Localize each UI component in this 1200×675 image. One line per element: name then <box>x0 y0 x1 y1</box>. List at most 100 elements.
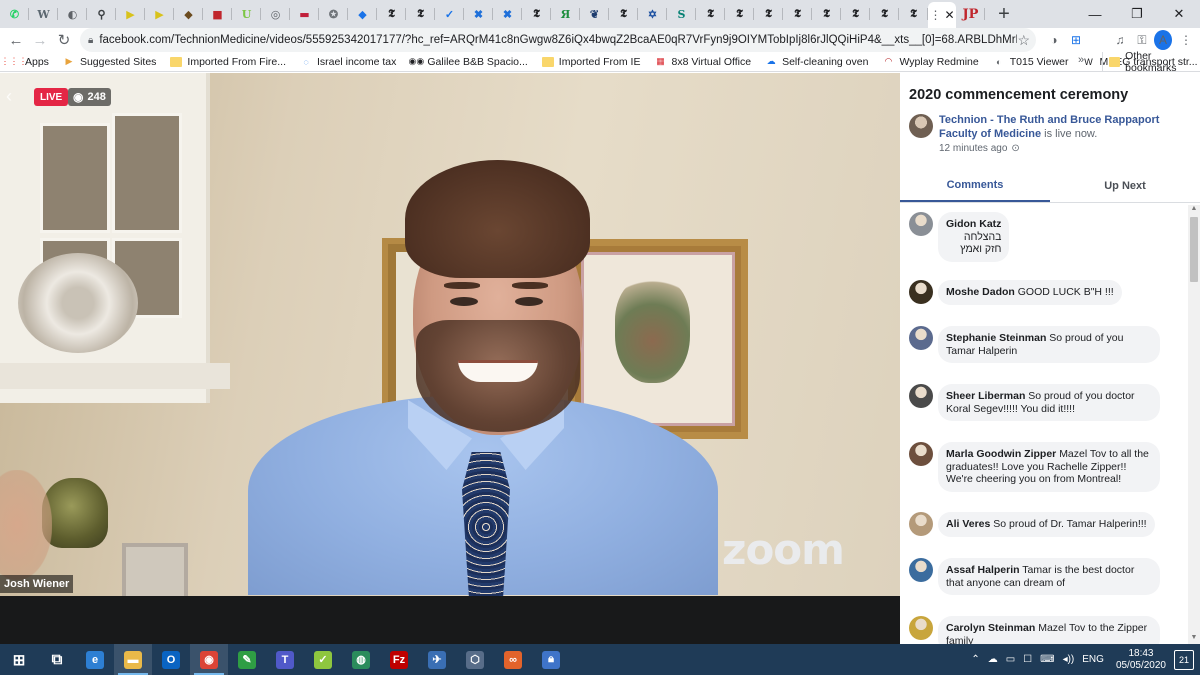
browser-tab[interactable]: ◎ <box>261 0 290 28</box>
post-time[interactable]: 12 minutes ago <box>939 143 1007 154</box>
battery-icon[interactable]: ▭ <box>1006 654 1015 665</box>
browser-tab[interactable]: ◐ <box>58 0 87 28</box>
close-tab-icon[interactable]: ✕ <box>944 8 954 22</box>
browser-tab[interactable]: 𝕿 <box>841 0 870 28</box>
browser-tab[interactable]: ✓ <box>435 0 464 28</box>
browser-tab[interactable]: 𝕿 <box>754 0 783 28</box>
commenter-avatar[interactable] <box>909 326 933 350</box>
browser-tab[interactable]: 𝕿 <box>377 0 406 28</box>
browser-tab[interactable]: ✖ <box>493 0 522 28</box>
bookmark-item[interactable]: Imported From Fire... <box>170 56 286 68</box>
bookmark-item[interactable]: ▦ 8x8 Virtual Office <box>654 56 751 68</box>
taskbar-app[interactable]: ⬡ <box>456 644 494 675</box>
browser-tab[interactable]: ▶ <box>116 0 145 28</box>
taskbar-app[interactable]: ✓ <box>304 644 342 675</box>
browser-tab[interactable]: 𝕿 <box>783 0 812 28</box>
bookmark-item[interactable]: ◐ T015 Viewer <box>993 56 1068 68</box>
commenter-avatar[interactable] <box>909 212 933 236</box>
forward-button[interactable]: → <box>28 28 52 52</box>
bookmark-item[interactable]: ◠ Wyplay Redmine <box>882 56 979 68</box>
keyboard-icon[interactable]: ⌨ <box>1040 654 1054 665</box>
browser-tab[interactable]: Я <box>551 0 580 28</box>
commenter-name[interactable]: Marla Goodwin Zipper <box>946 448 1056 460</box>
browser-tab[interactable]: 𝕿 <box>870 0 899 28</box>
browser-tab[interactable]: 𝕿 <box>406 0 435 28</box>
bookmark-item[interactable]: Imported From IE <box>541 56 640 68</box>
onedrive-icon[interactable]: ☁ <box>988 654 998 665</box>
commenter-avatar[interactable] <box>909 512 933 536</box>
browser-tab[interactable]: ▶ <box>145 0 174 28</box>
scroll-down-arrow-icon[interactable]: ▼ <box>1188 634 1200 644</box>
browser-tab[interactable]: 𝕿 <box>609 0 638 28</box>
new-tab-button[interactable]: + <box>991 0 1017 28</box>
bookmark-star-icon[interactable]: ☆ <box>1017 32 1030 49</box>
commenter-name[interactable]: Sheer Liberman <box>946 390 1025 402</box>
browser-tab[interactable]: ✡ <box>638 0 667 28</box>
commenter-name[interactable]: Carolyn Steinman <box>946 622 1035 634</box>
browser-tab[interactable]: 𝕿 <box>696 0 725 28</box>
volume-icon[interactable]: ◂)) <box>1063 654 1075 665</box>
active-tab[interactable]: ⋮ ✕ <box>928 2 956 28</box>
taskbar-app[interactable]: ◉ <box>190 644 228 675</box>
taskbar-app[interactable]: ∞ <box>494 644 532 675</box>
bookmark-item[interactable]: ☁ Self-cleaning oven <box>765 56 869 68</box>
video-control-bar[interactable] <box>0 596 900 644</box>
extension-windows-icon[interactable]: ⊞ <box>1066 30 1086 50</box>
browser-tab[interactable]: 𝕿 <box>899 0 928 28</box>
close-window-button[interactable]: ✕ <box>1158 0 1200 28</box>
browser-tab[interactable]: W <box>29 0 58 28</box>
commenter-avatar[interactable] <box>909 280 933 304</box>
browser-tab-jp[interactable]: JP <box>956 0 985 28</box>
browser-tab[interactable]: S <box>667 0 696 28</box>
bookmark-item[interactable]: ◌ Israel income tax <box>300 56 396 68</box>
taskbar-app[interactable]: 🔒︎ <box>532 644 570 675</box>
notification-center-button[interactable]: 21 <box>1174 649 1194 670</box>
address-bar[interactable]: 🔒︎ facebook.com/TechnionMedicine/videos/… <box>80 28 1036 52</box>
scroll-up-arrow-icon[interactable]: ▲ <box>1188 205 1200 215</box>
extension-circle-icon[interactable]: ◑ <box>1044 30 1064 50</box>
browser-tab[interactable]: ◆ <box>174 0 203 28</box>
taskbar-app[interactable]: ⧉ <box>38 644 76 675</box>
back-button[interactable]: ← <box>4 28 28 52</box>
url-text[interactable]: facebook.com/TechnionMedicine/videos/555… <box>99 34 1017 46</box>
commenter-name[interactable]: Gidon Katz <box>946 218 1001 230</box>
browser-tab[interactable]: U <box>232 0 261 28</box>
taskbar-app[interactable]: ⊞ <box>0 644 38 675</box>
scrollbar-thumb[interactable] <box>1190 217 1198 282</box>
bookmark-item[interactable]: ▶ Suggested Sites <box>63 56 156 68</box>
minimize-button[interactable]: — <box>1074 0 1116 28</box>
browser-tab[interactable]: ◆ <box>348 0 377 28</box>
profile-avatar[interactable]: A <box>1154 30 1174 50</box>
taskbar-app[interactable]: Fz <box>380 644 418 675</box>
commenter-avatar[interactable] <box>909 616 933 640</box>
language-indicator[interactable]: ENG <box>1082 654 1104 665</box>
taskbar-app[interactable]: e <box>76 644 114 675</box>
browser-tab[interactable]: ⚲ <box>87 0 116 28</box>
commenter-name[interactable]: Assaf Halperin <box>946 564 1020 576</box>
network-icon[interactable]: ☐ <box>1023 654 1032 665</box>
bookmark-item[interactable]: ⋮⋮⋮ Apps <box>1 56 49 68</box>
reload-button[interactable]: ↻ <box>52 28 76 52</box>
bookmark-item[interactable]: ◉◉ Galilee B&B Spacio... <box>409 56 528 68</box>
taskbar-app[interactable]: ◍ <box>342 644 380 675</box>
media-controls-icon[interactable]: ♫ <box>1110 30 1130 50</box>
key-icon[interactable]: ⚿ <box>1132 30 1152 50</box>
system-clock[interactable]: 18:43 05/05/2020 <box>1116 648 1166 672</box>
other-bookmarks-button[interactable]: Other bookmarks <box>1102 50 1200 74</box>
taskbar-app[interactable]: ✈ <box>418 644 456 675</box>
chrome-menu-icon[interactable]: ⋮ <box>1176 30 1196 50</box>
tab-up-next[interactable]: Up Next <box>1050 169 1200 202</box>
tab-comments[interactable]: Comments <box>900 169 1050 202</box>
browser-tab[interactable]: ▬ <box>290 0 319 28</box>
chevron-left-icon[interactable]: ‹ <box>6 86 12 107</box>
commenter-name[interactable]: Stephanie Steinman <box>946 332 1046 344</box>
browser-tab[interactable]: ✪ <box>319 0 348 28</box>
browser-tab[interactable]: 𝕿 <box>725 0 754 28</box>
commenter-avatar[interactable] <box>909 384 933 408</box>
commenter-name[interactable]: Moshe Dadon <box>946 286 1015 298</box>
browser-tab[interactable]: ■ <box>203 0 232 28</box>
commenter-avatar[interactable] <box>909 558 933 582</box>
taskbar-app[interactable]: O <box>152 644 190 675</box>
comments-scrollbar[interactable]: ▲ ▼ <box>1188 205 1200 644</box>
tray-overflow-icon[interactable]: ⌃ <box>971 654 979 665</box>
